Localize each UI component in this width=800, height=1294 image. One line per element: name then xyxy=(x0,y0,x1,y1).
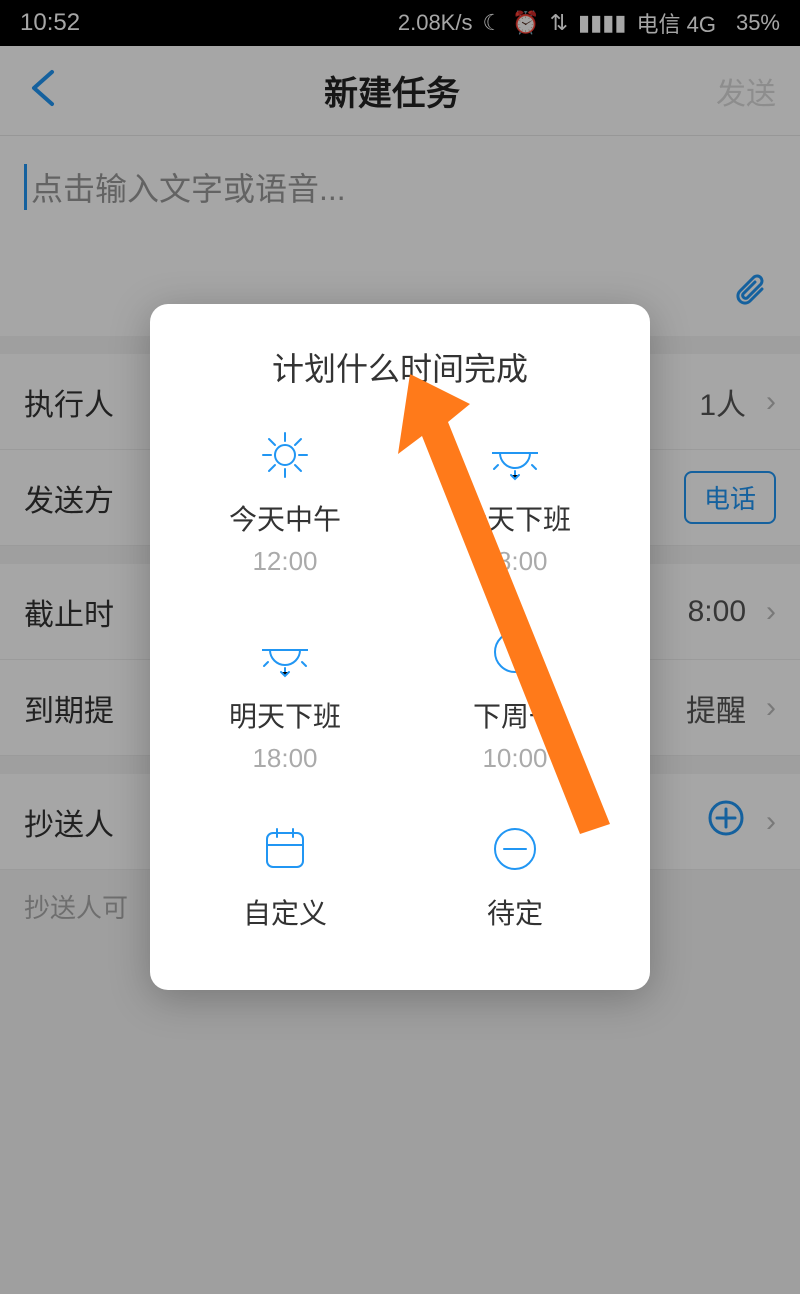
modal-overlay[interactable]: 计划什么时间完成 今天中午 12:00 今天下班 18:00 xyxy=(0,0,800,1294)
option-label: 今天中午 xyxy=(229,498,341,538)
calendar-icon xyxy=(250,814,320,884)
sunset-icon xyxy=(250,617,320,687)
option-label: 今天下班 xyxy=(459,498,571,538)
modal-title: 计划什么时间完成 xyxy=(170,344,630,390)
clock-icon xyxy=(480,617,550,687)
option-pending[interactable]: 待定 xyxy=(400,814,630,940)
option-time: 18:00 xyxy=(252,743,317,774)
option-time: 10:00 xyxy=(482,743,547,774)
time-picker-modal: 计划什么时间完成 今天中午 12:00 今天下班 18:00 xyxy=(150,304,650,990)
option-tomorrow-offwork[interactable]: 明天下班 18:00 xyxy=(170,617,400,774)
option-today-noon[interactable]: 今天中午 12:00 xyxy=(170,420,400,577)
option-custom[interactable]: 自定义 xyxy=(170,814,400,940)
minus-circle-icon xyxy=(480,814,550,884)
sunset-icon xyxy=(480,420,550,490)
time-options-grid: 今天中午 12:00 今天下班 18:00 明天下班 18:00 xyxy=(170,420,630,940)
option-time: 12:00 xyxy=(252,546,317,577)
option-label: 待定 xyxy=(487,892,543,932)
option-time: 18:00 xyxy=(482,546,547,577)
option-label: 自定义 xyxy=(243,892,327,932)
option-label: 下周一 xyxy=(473,695,557,735)
option-label: 明天下班 xyxy=(229,695,341,735)
option-next-monday[interactable]: 下周一 10:00 xyxy=(400,617,630,774)
sun-icon xyxy=(250,420,320,490)
option-today-offwork[interactable]: 今天下班 18:00 xyxy=(400,420,630,577)
